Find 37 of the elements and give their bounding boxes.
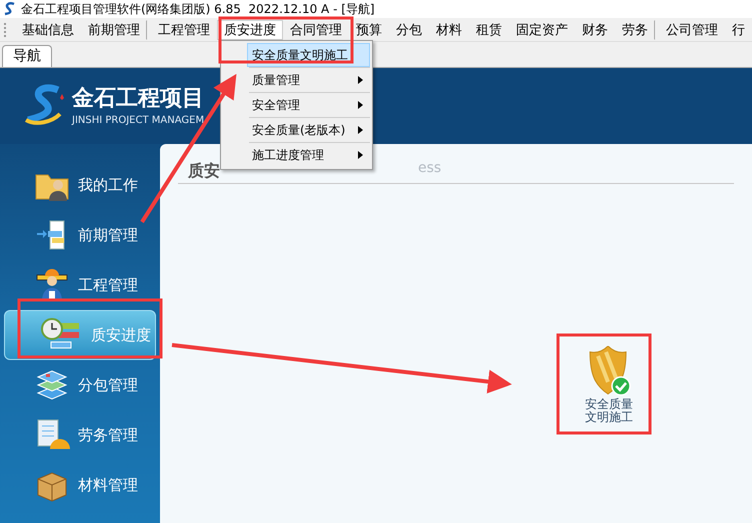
dropdown-item[interactable]: 安全质量(老版本) (247, 118, 370, 142)
sidebar-item[interactable]: 分包管理 (0, 360, 160, 410)
menu-item[interactable]: 分包 (389, 20, 429, 40)
sidebar-item[interactable]: 前期管理 (0, 210, 160, 260)
menu-item[interactable]: 材料 (429, 20, 469, 40)
menu-item[interactable]: 基础信息 (15, 20, 81, 40)
menu-item[interactable]: 预算 (349, 20, 389, 40)
sidebar-item[interactable]: 材料管理 (0, 460, 160, 510)
dropdown-item[interactable]: 施工进度管理 (247, 143, 370, 167)
menu-item[interactable]: 质安进度 (217, 20, 283, 40)
app-logo-icon (3, 2, 17, 16)
submenu-arrow-icon (358, 126, 363, 134)
menu-item[interactable]: 行 (725, 20, 752, 40)
menu-item[interactable]: 合同管理 (283, 20, 349, 40)
panel-subtitle: ess (418, 159, 442, 178)
sidebar-item[interactable]: 工程管理 (0, 260, 160, 310)
module-tile[interactable]: 安全质量文明施工 (580, 346, 638, 424)
banner-title: 金石工程项目 (72, 84, 204, 112)
dropdown-item[interactable]: 安全管理 (247, 93, 370, 117)
banner-subtitle: JINSHI PROJECT MANAGEM (72, 114, 204, 128)
dropdown-item[interactable]: 质量管理 (247, 68, 370, 92)
tile-label: 安全质量文明施工 (584, 398, 634, 424)
menu-item[interactable]: 前期管理 (81, 20, 147, 40)
sidebar-item[interactable]: 劳务管理 (0, 410, 160, 460)
submenu-arrow-icon (358, 151, 363, 159)
menu-item[interactable]: 固定资产 (509, 20, 575, 40)
panel-title: 质安 (188, 160, 220, 182)
submenu-arrow-icon (358, 76, 363, 84)
submenu-arrow-icon (358, 101, 363, 109)
menu-item[interactable]: 公司管理 (659, 20, 725, 40)
menu-item[interactable]: 租赁 (469, 20, 509, 40)
menu-item[interactable]: 财务 (575, 20, 615, 40)
window-title: 金石工程项目管理软件(网络集团版) 6.85 2022.12.10 A - [导航] (21, 1, 375, 18)
menu-item[interactable]: 劳务 (615, 20, 655, 40)
sidebar-item[interactable]: 我的工作 (0, 160, 160, 210)
menu-item[interactable]: 工程管理 (151, 20, 217, 40)
tab[interactable]: 导航 (2, 45, 52, 67)
